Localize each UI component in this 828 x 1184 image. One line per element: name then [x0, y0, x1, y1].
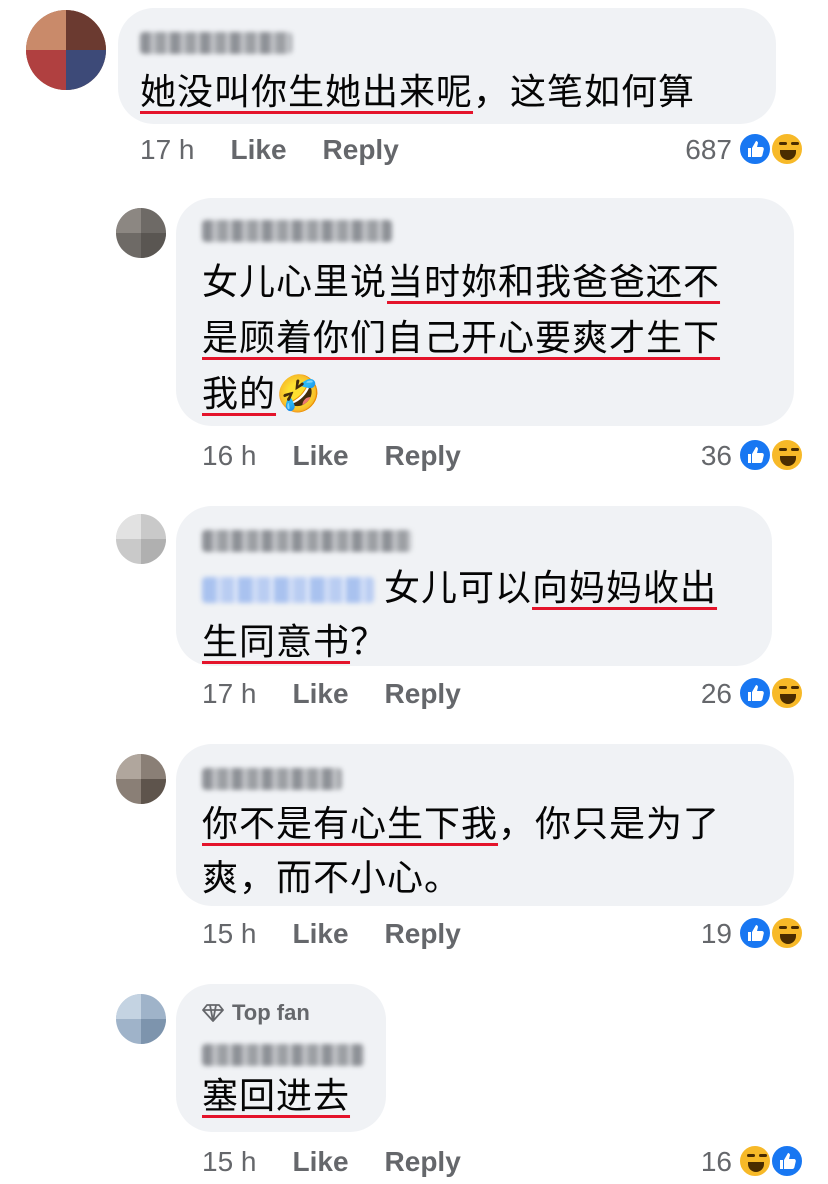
commenter-name-redacted[interactable] — [202, 1044, 364, 1066]
comment-meta: 17 h Like Reply — [140, 134, 435, 166]
like-button[interactable]: Like — [293, 918, 349, 950]
comment: 你不是有心生下我，你只是为了 爽，而不小心。 15 h Like Reply 1… — [0, 740, 828, 970]
comment-bubble: 她没叫你生她出来呢，这笔如何算 — [118, 8, 776, 124]
laughing-face-icon[interactable] — [738, 1144, 772, 1178]
like-button[interactable]: Like — [293, 440, 349, 472]
reaction-count[interactable]: 16 — [640, 1146, 732, 1178]
comment-meta: 16 h Like Reply — [202, 440, 497, 472]
comment: 女儿可以向妈妈收出 生同意书？ 17 h Like Reply 26 — [0, 500, 828, 730]
avatar[interactable] — [116, 754, 166, 804]
highlighted-text: 她没叫你生她出来呢 — [140, 72, 474, 113]
comment-bubble: 女儿可以向妈妈收出 生同意书？ — [176, 506, 772, 666]
mention-tag-redacted[interactable] — [202, 577, 374, 603]
commenter-name-redacted[interactable] — [202, 768, 342, 790]
commenter-name-redacted[interactable] — [140, 32, 292, 54]
comment: 女儿心里说当时妳和我爸爸还不 是顾着你们自己开心要爽才生下 我的🤣 16 h L… — [0, 190, 828, 490]
comment-meta: 15 h Like Reply — [202, 918, 497, 950]
thumbs-up-icon[interactable] — [770, 1144, 804, 1178]
timestamp[interactable]: 17 h — [140, 134, 195, 166]
thumbs-up-icon[interactable] — [738, 438, 772, 472]
avatar[interactable] — [26, 10, 106, 90]
timestamp[interactable]: 15 h — [202, 1146, 257, 1178]
comment-text: 塞回进去 — [202, 1076, 351, 1117]
commenter-name-redacted[interactable] — [202, 530, 412, 552]
rofl-emoji: 🤣 — [276, 374, 322, 415]
thumbs-up-icon[interactable] — [738, 676, 772, 710]
avatar[interactable] — [116, 514, 166, 564]
comment-bubble: 你不是有心生下我，你只是为了 爽，而不小心。 — [176, 744, 794, 906]
comment-text: 女儿可以向妈妈收出 生同意书？ — [202, 568, 718, 663]
comment-text: 你不是有心生下我，你只是为了 爽，而不小心。 — [202, 804, 721, 899]
reply-button[interactable]: Reply — [385, 678, 461, 710]
comment-meta: 15 h Like Reply — [202, 1146, 497, 1178]
reaction-count[interactable]: 19 — [640, 918, 732, 950]
like-button[interactable]: Like — [293, 1146, 349, 1178]
reaction-count[interactable]: 36 — [640, 440, 732, 472]
comment: 她没叫你生她出来呢，这笔如何算 17 h Like Reply 687 — [0, 0, 828, 180]
comment-bubble: Top fan 塞回进去 — [176, 984, 386, 1132]
comment: Top fan 塞回进去 15 h Like Reply 16 — [0, 980, 828, 1184]
comment-text: 女儿心里说当时妳和我爸爸还不 是顾着你们自己开心要爽才生下 我的🤣 — [202, 262, 721, 415]
reply-button[interactable]: Reply — [323, 134, 399, 166]
comment-meta: 17 h Like Reply — [202, 678, 497, 710]
thumbs-up-icon[interactable] — [738, 132, 772, 166]
thumbs-up-icon[interactable] — [738, 916, 772, 950]
avatar[interactable] — [116, 208, 166, 258]
reply-button[interactable]: Reply — [385, 918, 461, 950]
reaction-count[interactable]: 26 — [640, 678, 732, 710]
laughing-face-icon[interactable] — [770, 676, 804, 710]
laughing-face-icon[interactable] — [770, 132, 804, 166]
like-button[interactable]: Like — [293, 678, 349, 710]
reply-button[interactable]: Reply — [385, 1146, 461, 1178]
like-button[interactable]: Like — [231, 134, 287, 166]
comment-bubble: 女儿心里说当时妳和我爸爸还不 是顾着你们自己开心要爽才生下 我的🤣 — [176, 198, 794, 426]
top-fan-badge: Top fan — [202, 1000, 310, 1026]
laughing-face-icon[interactable] — [770, 438, 804, 472]
avatar[interactable] — [116, 994, 166, 1044]
comment-text: 她没叫你生她出来呢，这笔如何算 — [140, 72, 696, 113]
diamond-icon — [202, 1004, 224, 1022]
timestamp[interactable]: 16 h — [202, 440, 257, 472]
laughing-face-icon[interactable] — [770, 916, 804, 950]
reaction-count[interactable]: 687 — [640, 134, 732, 166]
reply-button[interactable]: Reply — [385, 440, 461, 472]
timestamp[interactable]: 15 h — [202, 918, 257, 950]
commenter-name-redacted[interactable] — [202, 220, 392, 242]
timestamp[interactable]: 17 h — [202, 678, 257, 710]
